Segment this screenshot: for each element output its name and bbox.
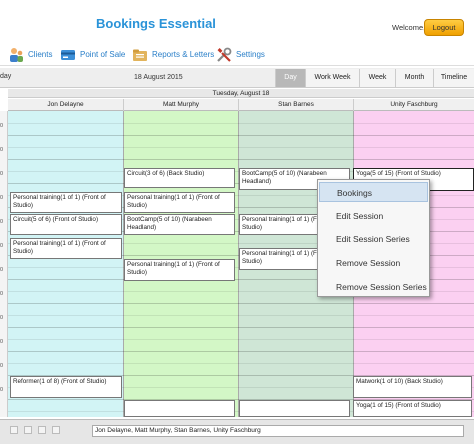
context-menu-edit-session-series[interactable]: Edit Session Series bbox=[319, 229, 428, 249]
resource-selection-field[interactable]: Jon Delayne, Matt Murphy, Stan Barnes, U… bbox=[92, 425, 464, 437]
menu-settings[interactable]: Settings bbox=[216, 47, 266, 63]
appointment-block[interactable]: Personal training(1 of 1) (Front of Stud… bbox=[10, 192, 122, 213]
time-label: 0 bbox=[0, 171, 4, 177]
resource-header-row: Jon Delayne Matt Murphy Stan Barnes Unit… bbox=[8, 99, 474, 111]
time-label: 0 bbox=[0, 243, 4, 249]
grid-line bbox=[8, 147, 474, 148]
resource-header-unity[interactable]: Unity Faschburg bbox=[353, 99, 474, 111]
time-label: 0 bbox=[0, 267, 4, 273]
appointment-block[interactable]: BootCamp(5 of 10) (Narabeen Headland) bbox=[124, 214, 235, 235]
day-header: Tuesday, August 18 bbox=[8, 89, 474, 98]
grid-line bbox=[8, 327, 474, 328]
column-jon[interactable] bbox=[8, 111, 123, 417]
previous-day-button[interactable]: day bbox=[0, 73, 11, 80]
logout-button[interactable]: Logout bbox=[424, 19, 464, 36]
appointment-block[interactable] bbox=[239, 400, 350, 417]
settings-icon bbox=[217, 47, 232, 62]
time-label: 0 bbox=[0, 339, 4, 345]
menu-reports-label: Reports & Letters bbox=[152, 50, 215, 59]
bottom-toggle[interactable] bbox=[24, 426, 32, 434]
grid-line bbox=[8, 339, 474, 340]
clients-icon bbox=[10, 48, 23, 62]
appointment-block[interactable]: Matwork(1 of 10) (Back Studio) bbox=[353, 376, 472, 398]
bottom-toggle[interactable] bbox=[38, 426, 46, 434]
appointment-block[interactable]: Yoga(1 of 15) (Front of Studio) bbox=[353, 400, 472, 417]
grid-line bbox=[8, 159, 474, 160]
context-menu-edit-session[interactable]: Edit Session bbox=[319, 206, 428, 226]
appointment-block[interactable]: Personal training(1 of 1) (Front of Stud… bbox=[10, 238, 122, 259]
view-day-button[interactable]: Day bbox=[275, 69, 305, 87]
time-column: 0 0 0 0 0 0 0 0 0 0 0 0 bbox=[0, 111, 8, 417]
time-label: 0 bbox=[0, 315, 4, 321]
main-menu: Clients Point of Sale Reports & Letters … bbox=[0, 44, 474, 66]
time-label: 0 bbox=[0, 291, 4, 297]
time-label: 0 bbox=[0, 387, 4, 393]
view-work-week-button[interactable]: Work Week bbox=[305, 69, 359, 87]
grid-line bbox=[8, 363, 474, 364]
app-title: Bookings Essential bbox=[96, 16, 216, 31]
bottom-toggle[interactable] bbox=[10, 426, 18, 434]
bottom-toolbar: Jon Delayne, Matt Murphy, Stan Barnes, U… bbox=[0, 419, 474, 444]
calendar-navigation: day 18 August 2015 Day Work Week Week Mo… bbox=[0, 68, 474, 88]
time-label: 0 bbox=[0, 195, 4, 201]
appointment-block[interactable]: Circuit(3 of 6) (Back Studio) bbox=[124, 168, 235, 188]
grid-line bbox=[8, 123, 474, 124]
time-label: 0 bbox=[0, 147, 4, 153]
menu-clients[interactable]: Clients bbox=[8, 47, 58, 63]
menu-reports[interactable]: Reports & Letters bbox=[132, 47, 214, 63]
menu-point-of-sale-label: Point of Sale bbox=[80, 50, 126, 59]
grid-line bbox=[8, 135, 474, 136]
appointment-block[interactable]: Reformer(1 of 8) (Front of Studio) bbox=[10, 376, 122, 398]
appointment-block[interactable]: Circuit(5 of 6) (Front of Studio) bbox=[10, 214, 122, 235]
reports-icon bbox=[133, 49, 147, 61]
app-header: Bookings Essential Welcome, Logout bbox=[0, 0, 474, 42]
appointment-block[interactable]: Personal training(1 of 1) (Front of Stud… bbox=[124, 259, 235, 281]
current-date: 18 August 2015 bbox=[134, 74, 183, 81]
view-month-button[interactable]: Month bbox=[395, 69, 433, 87]
grid-line bbox=[8, 315, 474, 316]
bottom-toggle[interactable] bbox=[52, 426, 60, 434]
appointment-block[interactable] bbox=[124, 400, 235, 417]
view-timeline-button[interactable]: Timeline bbox=[433, 69, 474, 87]
welcome-text: Welcome, bbox=[392, 23, 426, 32]
context-menu-remove-session[interactable]: Remove Session bbox=[319, 253, 428, 273]
time-label: 0 bbox=[0, 123, 4, 129]
context-menu-remove-session-series[interactable]: Remove Session Series bbox=[319, 277, 428, 297]
context-menu: Bookings Edit Session Edit Session Serie… bbox=[317, 179, 430, 297]
appointment-block[interactable]: Personal training(1 of 1) (Front of Stud… bbox=[124, 192, 235, 213]
time-label: 0 bbox=[0, 363, 4, 369]
context-menu-bookings[interactable]: Bookings bbox=[319, 182, 428, 202]
view-week-button[interactable]: Week bbox=[359, 69, 395, 87]
grid-line bbox=[8, 303, 474, 304]
menu-point-of-sale[interactable]: Point of Sale bbox=[60, 47, 130, 63]
time-label: 0 bbox=[0, 219, 4, 225]
menu-settings-label: Settings bbox=[236, 50, 265, 59]
point-of-sale-icon bbox=[61, 50, 75, 60]
resource-header-stan[interactable]: Stan Barnes bbox=[238, 99, 353, 111]
grid-line bbox=[8, 351, 474, 352]
menu-clients-label: Clients bbox=[28, 50, 53, 59]
resource-header-jon[interactable]: Jon Delayne bbox=[8, 99, 123, 111]
resource-header-matt[interactable]: Matt Murphy bbox=[123, 99, 238, 111]
